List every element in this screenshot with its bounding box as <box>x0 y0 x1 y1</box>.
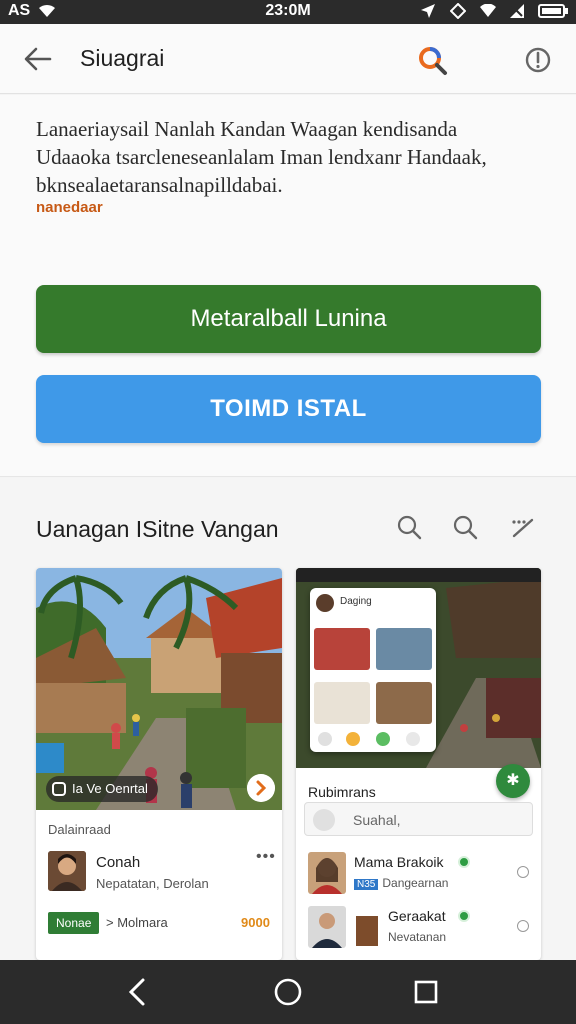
contact-row[interactable]: Geraakat Nevatanan <box>308 906 533 956</box>
contact-subtitle: Nepatatan, Derolan <box>96 876 209 891</box>
share-icon[interactable] <box>376 732 390 746</box>
search-icon[interactable] <box>450 512 480 542</box>
app-screenshot[interactable]: Daging <box>296 568 541 768</box>
system-nav-bar <box>0 960 576 1024</box>
avatar <box>308 852 346 894</box>
camera-icon <box>52 782 66 796</box>
next-arrow-icon[interactable] <box>247 774 275 802</box>
description-tag[interactable]: nanedaar <box>36 199 103 216</box>
home-icon[interactable] <box>270 974 306 1010</box>
select-radio[interactable] <box>517 866 529 878</box>
signal-icon <box>480 4 496 17</box>
search-placeholder: Suahal, <box>353 812 401 828</box>
no-signal-icon <box>510 4 524 18</box>
description-line-3: bknsealaetaransalnapilldabai. <box>36 173 283 197</box>
photo-thumbnail[interactable] <box>376 682 432 724</box>
sheet-search-field[interactable]: Suahal, <box>304 802 533 836</box>
section-heading: Uanagan ISitne Vangan <box>36 516 279 542</box>
category-link[interactable]: > Molmara <box>106 915 168 930</box>
photo-location-chip[interactable]: Ia Ve Oenrtal <box>46 776 158 802</box>
chip-label: Ia Ve Oenrtal <box>72 781 148 796</box>
photo-thumbnail[interactable] <box>314 628 370 670</box>
secondary-avatar <box>356 916 378 946</box>
avatar <box>308 906 346 948</box>
contact-subtitle: N35 Dangearnan <box>354 876 448 890</box>
photo-thumbnail[interactable] <box>376 628 432 670</box>
avatar[interactable] <box>48 851 86 891</box>
search-icon <box>313 809 335 831</box>
gallery-section: Uanagan ISitne Vangan Ia Ve Oenrtal Dala… <box>0 478 576 960</box>
star-icon[interactable] <box>346 732 360 746</box>
price-label: 9000 <box>241 915 270 930</box>
zoom-icon[interactable] <box>394 512 424 542</box>
back-arrow-icon[interactable] <box>22 44 54 74</box>
more-options-icon[interactable]: ••• <box>256 848 276 866</box>
contact-name[interactable]: Conah <box>96 854 140 871</box>
description-card: Lanaeriaysail Nanlah Kandan Waagan kendi… <box>0 95 576 477</box>
category-badge[interactable]: Nonae <box>48 912 100 934</box>
page-title: Siuagrai <box>80 45 165 71</box>
app-bar: Siuagrai <box>0 24 576 94</box>
avatar <box>316 594 334 612</box>
contact-subtitle: Nevatanan <box>388 930 447 944</box>
contact-name: Mama Brakoik <box>354 854 444 870</box>
gallery-card-village[interactable]: Ia Ve Oenrtal Dalainraad Conah Nepatatan… <box>36 568 282 960</box>
comment-icon[interactable] <box>406 732 420 746</box>
sheet-title: Rubimrans <box>308 784 376 800</box>
online-status-icon <box>458 856 470 868</box>
location-icon <box>421 4 435 18</box>
add-fab-button[interactable]: ✱ <box>496 764 530 798</box>
popup-title: Daging <box>340 596 372 607</box>
primary-button[interactable]: Metaralball Lunina <box>36 285 541 353</box>
contact-tag: N35 <box>354 879 379 890</box>
info-icon[interactable] <box>522 44 554 76</box>
album-popup[interactable]: Daging <box>310 588 436 752</box>
gallery-card-app[interactable]: Daging ✱ Rubimrans Suahal, Mama Brakoik … <box>296 568 541 960</box>
village-photo[interactable] <box>36 568 282 810</box>
online-status-icon <box>458 910 470 922</box>
edit-icon[interactable] <box>508 512 538 542</box>
vibrate-icon <box>450 3 466 19</box>
screenshot-status-bar <box>296 568 541 582</box>
select-radio[interactable] <box>517 920 529 932</box>
search-icon[interactable] <box>414 42 450 78</box>
status-bar: AS 23:0M <box>0 0 576 24</box>
description-line-2: Udaaoka tsarcleneseanlalam Iman lendxanr… <box>36 145 487 169</box>
photo-thumbnail[interactable] <box>314 682 370 724</box>
battery-icon <box>538 4 568 18</box>
recents-icon[interactable] <box>408 974 444 1010</box>
description-line-1: Lanaeriaysail Nanlah Kandan Waagan kendi… <box>36 117 458 141</box>
contact-name: Geraakat <box>388 908 446 924</box>
back-icon[interactable] <box>120 974 156 1010</box>
settings-icon[interactable] <box>318 732 332 746</box>
install-button[interactable]: TOIMD ISTAL <box>36 375 541 443</box>
card-label: Dalainraad <box>48 822 111 837</box>
contact-row[interactable]: Mama Brakoik N35 Dangearnan <box>308 852 533 902</box>
